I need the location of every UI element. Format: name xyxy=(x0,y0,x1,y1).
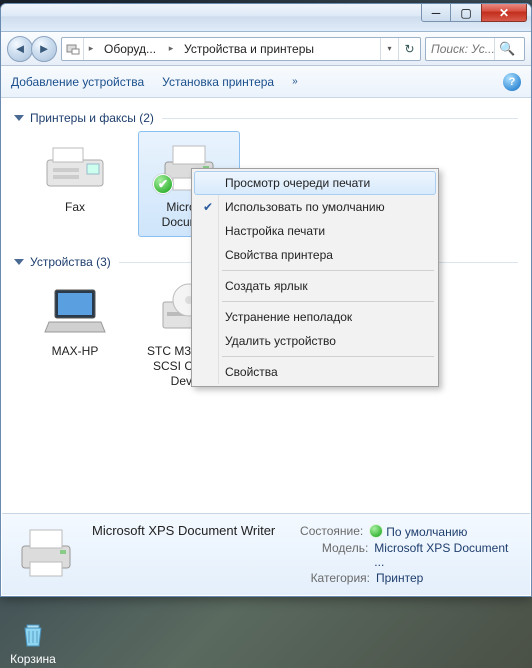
recycle-bin-label: Корзина xyxy=(8,652,58,666)
command-bar: Добавление устройства Установка принтера… xyxy=(1,66,531,98)
group-title-printers: Принтеры и факсы (2) xyxy=(30,111,154,125)
details-model-key: Модель: xyxy=(302,541,368,569)
forward-button[interactable]: ► xyxy=(31,36,57,62)
fax-icon xyxy=(39,138,111,196)
recycle-bin-icon xyxy=(17,618,49,650)
details-category-val: Принтер xyxy=(376,571,423,585)
details-category-key: Категория: xyxy=(302,571,370,585)
group-title-devices: Устройства (3) xyxy=(30,255,111,269)
device-item-fax[interactable]: Fax xyxy=(24,131,126,237)
context-menu: Просмотр очереди печати ✔Использовать по… xyxy=(191,168,439,387)
nav-bar: ◄ ► ▸ Оборуд... ▸ Устройства и принтеры … xyxy=(1,32,531,66)
device-item-computer[interactable]: MAX-HP xyxy=(24,275,126,396)
breadcrumb-segment-hardware[interactable]: Оборуд... xyxy=(98,38,164,60)
check-icon: ✔ xyxy=(203,200,213,214)
device-label: MAX-HP xyxy=(27,344,123,359)
device-label: Fax xyxy=(27,200,123,215)
ctx-properties[interactable]: Свойства xyxy=(194,360,436,384)
printer-icon xyxy=(14,522,78,582)
search-box[interactable]: 🔍 xyxy=(425,37,525,61)
chevron-right-icon[interactable]: ▸ xyxy=(84,43,98,54)
ctx-troubleshoot[interactable]: Устранение неполадок xyxy=(194,305,436,329)
back-button[interactable]: ◄ xyxy=(7,36,33,62)
search-icon[interactable]: 🔍 xyxy=(494,38,520,60)
ctx-create-shortcut[interactable]: Создать ярлык xyxy=(194,274,436,298)
menu-separator xyxy=(222,301,434,302)
details-state-val: По умолчанию xyxy=(386,525,467,539)
titlebar[interactable]: ─ ▢ ✕ xyxy=(1,4,531,32)
ctx-printer-properties[interactable]: Свойства принтера xyxy=(194,243,436,267)
refresh-button[interactable]: ↻ xyxy=(398,38,420,60)
status-default-icon xyxy=(369,524,383,538)
address-dropdown-icon[interactable]: ▾ xyxy=(380,38,398,60)
search-input[interactable] xyxy=(426,42,494,56)
install-printer-button[interactable]: Установка принтера xyxy=(162,75,274,89)
toolbar-overflow[interactable]: » xyxy=(292,76,298,87)
add-device-button[interactable]: Добавление устройства xyxy=(11,75,144,89)
details-pane: Microsoft XPS Document Writer Состояние:… xyxy=(2,513,530,595)
devices-icon xyxy=(62,38,84,60)
laptop-icon xyxy=(39,282,111,340)
ctx-set-default[interactable]: ✔Использовать по умолчанию xyxy=(194,195,436,219)
chevron-down-icon xyxy=(14,259,24,265)
close-button[interactable]: ✕ xyxy=(481,4,527,22)
details-title: Microsoft XPS Document Writer xyxy=(92,523,275,538)
ctx-remove-device[interactable]: Удалить устройство xyxy=(194,329,436,353)
menu-separator xyxy=(222,270,434,271)
default-check-badge: ✔ xyxy=(153,174,173,194)
address-bar[interactable]: ▸ Оборуд... ▸ Устройства и принтеры ▾ ↻ xyxy=(61,37,421,61)
chevron-right-icon[interactable]: ▸ xyxy=(164,43,178,54)
details-model-val: Microsoft XPS Document ... xyxy=(374,541,518,569)
breadcrumb-segment-devices[interactable]: Устройства и принтеры xyxy=(178,38,322,60)
details-state-key: Состояние: xyxy=(295,524,363,539)
group-header-printers[interactable]: Принтеры и факсы (2) xyxy=(14,111,518,125)
minimize-button[interactable]: ─ xyxy=(421,4,451,22)
ctx-view-queue[interactable]: Просмотр очереди печати xyxy=(194,171,436,195)
chevron-down-icon xyxy=(14,115,24,121)
ctx-printing-preferences[interactable]: Настройка печати xyxy=(194,219,436,243)
maximize-button[interactable]: ▢ xyxy=(451,4,481,22)
recycle-bin[interactable]: Корзина xyxy=(8,618,58,666)
help-icon[interactable]: ? xyxy=(503,73,521,91)
menu-separator xyxy=(222,356,434,357)
